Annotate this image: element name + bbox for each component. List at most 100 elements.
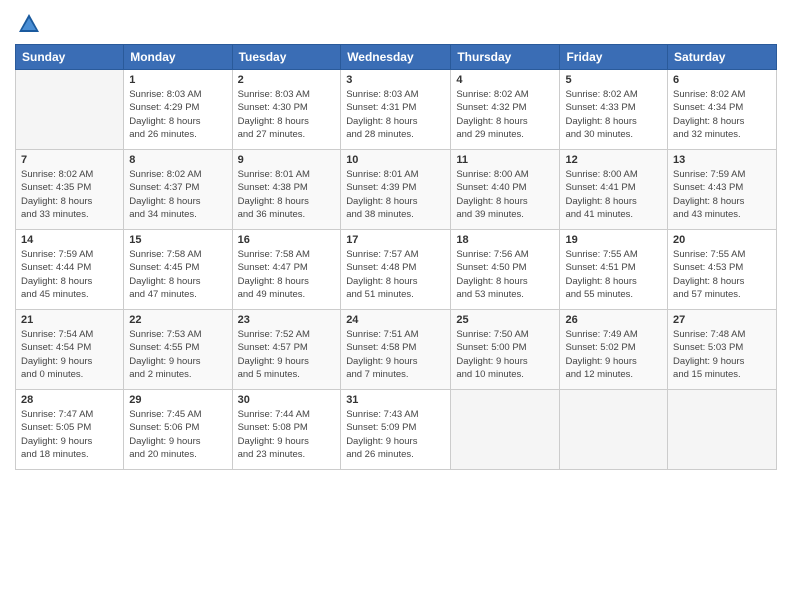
- header-day-saturday: Saturday: [668, 45, 777, 70]
- calendar-cell: 20 Sunrise: 7:55 AMSunset: 4:53 PMDayligh…: [668, 230, 777, 310]
- calendar-cell: 30 Sunrise: 7:44 AMSunset: 5:08 PMDayligh…: [232, 390, 341, 470]
- day-info: Sunrise: 7:59 AMSunset: 4:44 PMDaylight:…: [21, 248, 118, 301]
- page: SundayMondayTuesdayWednesdayThursdayFrid…: [0, 0, 792, 612]
- calendar-cell: 26 Sunrise: 7:49 AMSunset: 5:02 PMDayligh…: [560, 310, 668, 390]
- day-number: 13: [673, 154, 771, 166]
- calendar-cell: 25 Sunrise: 7:50 AMSunset: 5:00 PMDayligh…: [451, 310, 560, 390]
- calendar-cell: 29 Sunrise: 7:45 AMSunset: 5:06 PMDayligh…: [124, 390, 232, 470]
- day-number: 8: [129, 154, 226, 166]
- day-info: Sunrise: 7:49 AMSunset: 5:02 PMDaylight:…: [565, 328, 662, 381]
- calendar-week-5: 28 Sunrise: 7:47 AMSunset: 5:05 PMDayligh…: [16, 390, 777, 470]
- calendar-cell: 13Sunrise: 7:59 AMSunset: 4:43 PMDayligh…: [668, 150, 777, 230]
- day-info: Sunrise: 7:55 AMSunset: 4:51 PMDaylight:…: [565, 248, 662, 301]
- day-number: 6: [673, 74, 771, 86]
- calendar-cell: 17Sunrise: 7:57 AMSunset: 4:48 PMDayligh…: [341, 230, 451, 310]
- day-number: 4: [456, 74, 554, 86]
- calendar-cell: 23 Sunrise: 7:52 AMSunset: 4:57 PMDayligh…: [232, 310, 341, 390]
- day-number: 17: [346, 234, 445, 246]
- calendar-cell: 8 Sunrise: 8:02 AMSunset: 4:37 PMDaylight…: [124, 150, 232, 230]
- day-number: 24: [346, 314, 445, 326]
- header-day-friday: Friday: [560, 45, 668, 70]
- day-info: Sunrise: 7:45 AMSunset: 5:06 PMDaylight:…: [129, 408, 226, 461]
- calendar-cell: 16 Sunrise: 7:58 AMSunset: 4:47 PMDayligh…: [232, 230, 341, 310]
- day-info: Sunrise: 7:43 AMSunset: 5:09 PMDaylight:…: [346, 408, 445, 461]
- day-info: Sunrise: 8:00 AMSunset: 4:40 PMDaylight:…: [456, 168, 554, 221]
- day-info: Sunrise: 8:00 AMSunset: 4:41 PMDaylight:…: [565, 168, 662, 221]
- day-number: 15: [129, 234, 226, 246]
- day-info: Sunrise: 7:47 AMSunset: 5:05 PMDaylight:…: [21, 408, 118, 461]
- day-number: 19: [565, 234, 662, 246]
- calendar-week-1: 1Sunrise: 8:03 AMSunset: 4:29 PMDaylight…: [16, 70, 777, 150]
- day-info: Sunrise: 8:03 AMSunset: 4:31 PMDaylight:…: [346, 88, 445, 141]
- day-info: Sunrise: 7:58 AMSunset: 4:47 PMDaylight:…: [238, 248, 336, 301]
- day-number: 18: [456, 234, 554, 246]
- calendar-header-row: SundayMondayTuesdayWednesdayThursdayFrid…: [16, 45, 777, 70]
- day-info: Sunrise: 8:01 AMSunset: 4:39 PMDaylight:…: [346, 168, 445, 221]
- calendar-cell: 3 Sunrise: 8:03 AMSunset: 4:31 PMDaylight…: [341, 70, 451, 150]
- calendar-body: 1Sunrise: 8:03 AMSunset: 4:29 PMDaylight…: [16, 70, 777, 470]
- day-number: 26: [565, 314, 662, 326]
- logo-icon: [15, 10, 43, 38]
- day-number: 27: [673, 314, 771, 326]
- day-number: 12: [565, 154, 662, 166]
- day-info: Sunrise: 7:48 AMSunset: 5:03 PMDaylight:…: [673, 328, 771, 381]
- day-info: Sunrise: 7:52 AMSunset: 4:57 PMDaylight:…: [238, 328, 336, 381]
- calendar-cell: 22 Sunrise: 7:53 AMSunset: 4:55 PMDayligh…: [124, 310, 232, 390]
- day-number: 29: [129, 394, 226, 406]
- calendar-cell: [560, 390, 668, 470]
- day-number: 22: [129, 314, 226, 326]
- calendar-cell: 18 Sunrise: 7:56 AMSunset: 4:50 PMDayligh…: [451, 230, 560, 310]
- day-info: Sunrise: 7:54 AMSunset: 4:54 PMDaylight:…: [21, 328, 118, 381]
- day-number: 28: [21, 394, 118, 406]
- calendar-cell: 10 Sunrise: 8:01 AMSunset: 4:39 PMDayligh…: [341, 150, 451, 230]
- day-info: Sunrise: 8:03 AMSunset: 4:30 PMDaylight:…: [238, 88, 336, 141]
- day-number: 9: [238, 154, 336, 166]
- day-number: 3: [346, 74, 445, 86]
- calendar-cell: 27 Sunrise: 7:48 AMSunset: 5:03 PMDayligh…: [668, 310, 777, 390]
- day-info: Sunrise: 7:51 AMSunset: 4:58 PMDaylight:…: [346, 328, 445, 381]
- day-info: Sunrise: 8:02 AMSunset: 4:34 PMDaylight:…: [673, 88, 771, 141]
- day-number: 16: [238, 234, 336, 246]
- day-info: Sunrise: 8:01 AMSunset: 4:38 PMDaylight:…: [238, 168, 336, 221]
- day-info: Sunrise: 8:02 AMSunset: 4:33 PMDaylight:…: [565, 88, 662, 141]
- calendar-cell: [16, 70, 124, 150]
- day-info: Sunrise: 8:02 AMSunset: 4:37 PMDaylight:…: [129, 168, 226, 221]
- calendar-cell: 1Sunrise: 8:03 AMSunset: 4:29 PMDaylight…: [124, 70, 232, 150]
- calendar-cell: 11 Sunrise: 8:00 AMSunset: 4:40 PMDayligh…: [451, 150, 560, 230]
- day-number: 14: [21, 234, 118, 246]
- header: [15, 10, 777, 38]
- day-number: 7: [21, 154, 118, 166]
- day-number: 11: [456, 154, 554, 166]
- day-number: 23: [238, 314, 336, 326]
- calendar-cell: 28 Sunrise: 7:47 AMSunset: 5:05 PMDayligh…: [16, 390, 124, 470]
- calendar-cell: 6 Sunrise: 8:02 AMSunset: 4:34 PMDaylight…: [668, 70, 777, 150]
- day-number: 25: [456, 314, 554, 326]
- calendar-cell: [451, 390, 560, 470]
- day-info: Sunrise: 7:53 AMSunset: 4:55 PMDaylight:…: [129, 328, 226, 381]
- day-info: Sunrise: 7:44 AMSunset: 5:08 PMDaylight:…: [238, 408, 336, 461]
- calendar-cell: 4Sunrise: 8:02 AMSunset: 4:32 PMDaylight…: [451, 70, 560, 150]
- calendar-cell: 14 Sunrise: 7:59 AMSunset: 4:44 PMDayligh…: [16, 230, 124, 310]
- header-day-sunday: Sunday: [16, 45, 124, 70]
- header-day-wednesday: Wednesday: [341, 45, 451, 70]
- calendar-cell: 2Sunrise: 8:03 AMSunset: 4:30 PMDaylight…: [232, 70, 341, 150]
- day-info: Sunrise: 7:55 AMSunset: 4:53 PMDaylight:…: [673, 248, 771, 301]
- calendar-cell: 7Sunrise: 8:02 AMSunset: 4:35 PMDaylight…: [16, 150, 124, 230]
- day-number: 20: [673, 234, 771, 246]
- header-day-tuesday: Tuesday: [232, 45, 341, 70]
- day-number: 30: [238, 394, 336, 406]
- calendar-cell: 12 Sunrise: 8:00 AMSunset: 4:41 PMDayligh…: [560, 150, 668, 230]
- calendar-table: SundayMondayTuesdayWednesdayThursdayFrid…: [15, 44, 777, 470]
- day-info: Sunrise: 7:50 AMSunset: 5:00 PMDaylight:…: [456, 328, 554, 381]
- day-number: 10: [346, 154, 445, 166]
- calendar-cell: 31Sunrise: 7:43 AMSunset: 5:09 PMDayligh…: [341, 390, 451, 470]
- calendar-cell: 24 Sunrise: 7:51 AMSunset: 4:58 PMDayligh…: [341, 310, 451, 390]
- day-info: Sunrise: 8:03 AMSunset: 4:29 PMDaylight:…: [129, 88, 226, 141]
- calendar-week-4: 21Sunrise: 7:54 AMSunset: 4:54 PMDayligh…: [16, 310, 777, 390]
- calendar-cell: 19 Sunrise: 7:55 AMSunset: 4:51 PMDayligh…: [560, 230, 668, 310]
- header-day-monday: Monday: [124, 45, 232, 70]
- calendar-cell: 9 Sunrise: 8:01 AMSunset: 4:38 PMDaylight…: [232, 150, 341, 230]
- calendar-cell: 15Sunrise: 7:58 AMSunset: 4:45 PMDayligh…: [124, 230, 232, 310]
- calendar-week-2: 7Sunrise: 8:02 AMSunset: 4:35 PMDaylight…: [16, 150, 777, 230]
- day-info: Sunrise: 7:56 AMSunset: 4:50 PMDaylight:…: [456, 248, 554, 301]
